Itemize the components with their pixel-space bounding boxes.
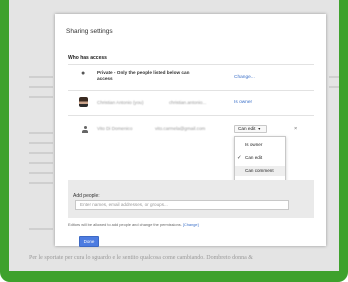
collaborator-name: Vito Di Domenico [97, 126, 133, 131]
notify-text: Editors will be allowed to add people an… [68, 222, 199, 227]
dialog-title: Sharing settings [66, 28, 113, 35]
permission-dropdown-value: Can edit [238, 126, 256, 131]
permission-dropdown[interactable]: Can edit ▼ [234, 125, 267, 133]
owner-role: Is owner [234, 100, 253, 105]
divider [68, 115, 314, 116]
background-doc-line [29, 228, 53, 230]
chevron-down-icon: ▼ [257, 127, 262, 131]
add-people-label: Add people: [73, 193, 100, 199]
divider [68, 90, 314, 91]
background-doc-line [29, 162, 53, 164]
change-permission-link[interactable]: [Change] [183, 222, 199, 227]
background-doc-line [29, 172, 53, 174]
background-doc-line [29, 96, 53, 98]
avatar [79, 97, 88, 107]
background-doc-line [29, 132, 53, 134]
person-icon-body [82, 129, 88, 133]
add-people-panel [68, 180, 314, 218]
menu-item-is-owner[interactable]: Is owner [235, 140, 285, 150]
menu-item-can-edit[interactable]: ✓ Can edit [235, 153, 285, 163]
who-has-access-heading: Who has access [68, 55, 107, 61]
menu-item-can-comment[interactable]: Can comment [235, 166, 285, 176]
person-icon [82, 126, 88, 133]
divider [68, 64, 314, 65]
background-doc-line [29, 142, 53, 144]
visibility-status: Private - Only the people listed below c… [97, 70, 190, 81]
background-doc-text: Per le sportate per cura lo sguardo e le… [29, 255, 253, 261]
screenshot-frame: Per le sportate per cura lo sguardo e le… [0, 0, 348, 282]
sharing-settings-dialog: Sharing settings Who has access ● Privat… [55, 14, 326, 247]
person-icon-head [83, 126, 87, 129]
background-doc-line [329, 76, 339, 78]
owner-name: Christian Antonio (you) [97, 100, 144, 105]
background-doc-line [29, 152, 53, 154]
background-doc-line [329, 86, 339, 88]
globe-icon: ● [81, 70, 86, 77]
background-doc-line [29, 76, 53, 78]
notify-message: Editors will be allowed to add people an… [68, 222, 182, 227]
add-people-input[interactable]: Enter names, email addresses, or groups.… [75, 200, 289, 210]
menu-item-can-edit-label: Can edit [245, 155, 263, 160]
collaborator-email: vito.carmela@gmail.com [155, 126, 206, 131]
change-visibility-link[interactable]: Change... [234, 75, 255, 80]
owner-email: christian.antonio... [169, 100, 207, 105]
remove-collaborator-button[interactable]: × [294, 126, 297, 132]
done-button[interactable]: Done [79, 236, 99, 247]
background-doc-line [29, 86, 53, 88]
checkmark-icon: ✓ [237, 155, 242, 161]
background-doc-line [29, 182, 53, 184]
